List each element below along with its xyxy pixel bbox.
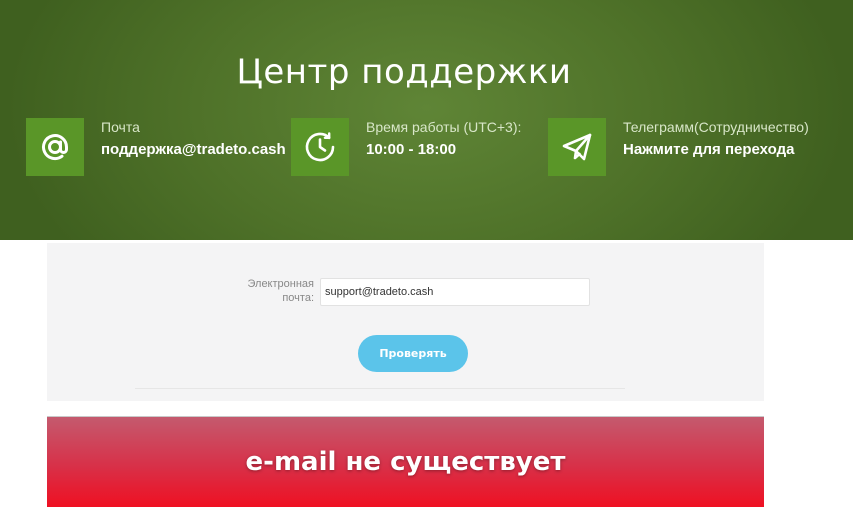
email-check-form: Электронная почта: Проверять — [47, 243, 764, 401]
contact-hours-value: 10:00 - 18:00 — [366, 141, 457, 158]
clock-icon — [291, 118, 349, 176]
contact-email-value[interactable]: поддержка@tradeto.cash — [101, 141, 286, 158]
support-header: Центр поддержки Почта поддержка@tradeto.… — [0, 0, 853, 240]
error-message: e-mail не существует — [245, 447, 566, 477]
check-button[interactable]: Проверять — [358, 335, 468, 372]
contact-telegram-link[interactable]: Нажмите для перехода — [623, 141, 794, 158]
email-field-label: Электронная почта: — [247, 278, 314, 304]
page-title: Центр поддержки — [236, 52, 572, 92]
at-sign-icon — [26, 118, 84, 176]
telegram-icon — [548, 118, 606, 176]
email-field[interactable] — [320, 278, 590, 306]
contact-hours-label: Время работы (UTC+3): — [366, 119, 522, 135]
contact-telegram-label: Телеграмм(Сотрудничество) — [623, 119, 809, 135]
form-divider — [135, 388, 625, 389]
contact-email-label: Почта — [101, 119, 140, 135]
error-banner: e-mail не существует — [47, 416, 764, 507]
